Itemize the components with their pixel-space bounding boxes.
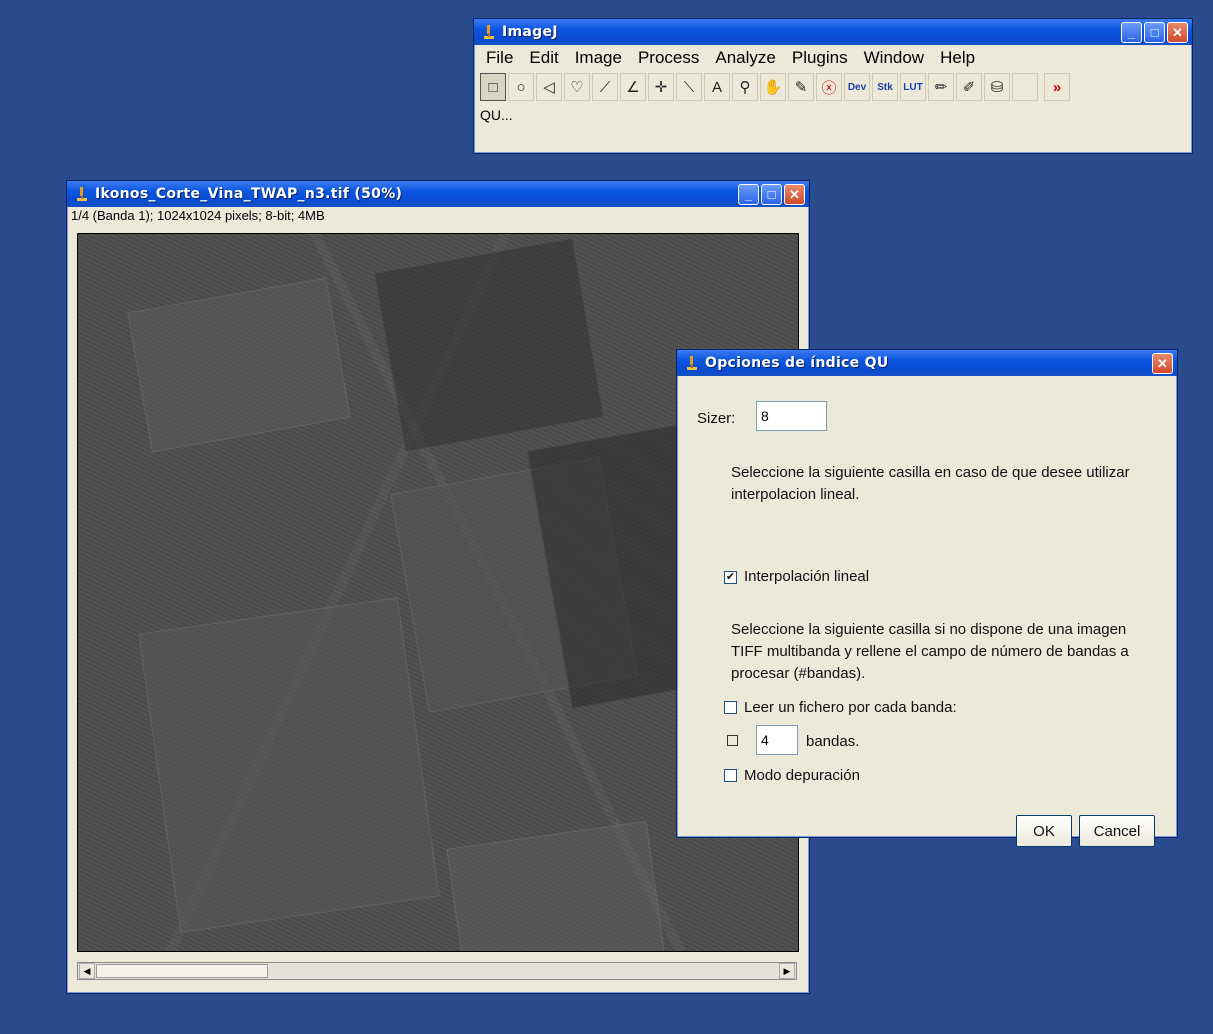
qu-options-dialog: Opciones de índice QU ✕ Sizer: Seleccion…	[676, 349, 1178, 847]
pencil-tool-icon[interactable]: ✏	[928, 73, 954, 101]
dev-tool-icon[interactable]: Dev	[844, 73, 870, 101]
angle-tool-icon[interactable]: ∠	[620, 73, 646, 101]
blank-tool-icon[interactable]	[1012, 73, 1038, 101]
leer-label: Leer un fichero por cada banda:	[744, 699, 957, 716]
dialog-close-button[interactable]: ✕	[1152, 353, 1173, 374]
image-field-patch	[373, 237, 605, 453]
interp-label: Interpolación lineal	[744, 568, 870, 585]
dialog-microscope-icon	[687, 356, 697, 370]
imagej-title: ImageJ	[502, 24, 558, 40]
image-minimize-button[interactable]: _	[738, 184, 759, 205]
dialog-title: Opciones de índice QU	[705, 355, 889, 371]
line-tool-icon[interactable]: ⟋	[592, 73, 618, 101]
brush-tool-icon[interactable]: ✐	[956, 73, 982, 101]
modo-checkbox[interactable]	[724, 769, 737, 782]
more-tools-icon[interactable]: »	[1044, 73, 1070, 101]
ok-button[interactable]: OK	[1016, 815, 1072, 847]
interp-help-text: Seleccione la siguiente casilla en caso …	[731, 464, 1130, 503]
imagej-menubar: File Edit Image Process Analyze Plugins …	[474, 45, 1192, 71]
image-maximize-button[interactable]: □	[761, 184, 782, 205]
stk-tool-icon[interactable]: Stk	[872, 73, 898, 101]
stop-tool-icon[interactable]: ⓧ	[816, 73, 842, 101]
image-field-patch	[446, 820, 672, 951]
cancel-button[interactable]: Cancel	[1079, 815, 1155, 847]
image-title: Ikonos_Corte_Vina_TWAP_n3.tif (50%)	[95, 186, 403, 202]
menu-window[interactable]: Window	[856, 48, 932, 68]
image-close-button[interactable]: ✕	[784, 184, 805, 205]
image-info: 1/4 (Banda 1); 1024x1024 pixels; 8-bit; …	[71, 208, 325, 223]
magnifier-tool-icon[interactable]: ⚲	[732, 73, 758, 101]
freehand-tool-icon[interactable]: ♡	[564, 73, 590, 101]
image-microscope-icon	[77, 187, 87, 201]
sizer-input[interactable]	[756, 401, 827, 431]
maximize-button[interactable]: □	[1144, 22, 1165, 43]
imagej-microscope-icon	[484, 25, 494, 39]
menu-process[interactable]: Process	[630, 48, 707, 68]
point-tool-icon[interactable]: ✛	[648, 73, 674, 101]
bandas-label: bandas.	[806, 733, 860, 750]
dialog-titlebar[interactable]: Opciones de índice QU ✕	[677, 350, 1177, 376]
scroll-thumb[interactable]	[96, 964, 268, 978]
image-field-patch	[127, 277, 351, 453]
imagej-status: QU...	[480, 107, 513, 123]
multiband-help-text: Seleccione la siguiente casilla si no di…	[731, 621, 1129, 682]
menu-plugins[interactable]: Plugins	[784, 48, 856, 68]
menu-analyze[interactable]: Analyze	[707, 48, 783, 68]
close-button[interactable]: ✕	[1167, 22, 1188, 43]
text-tool-icon[interactable]: A	[704, 73, 730, 101]
polygon-tool-icon[interactable]: ◁	[536, 73, 562, 101]
lut-tool-icon[interactable]: LUT	[900, 73, 926, 101]
scroll-right-arrow-icon[interactable]: ▶	[779, 963, 795, 979]
image-hscrollbar[interactable]: ◀ ▶	[77, 962, 797, 980]
minimize-button[interactable]: _	[1121, 22, 1142, 43]
imagej-titlebar[interactable]: ImageJ _ □ ✕	[474, 19, 1192, 45]
dropper-tool-icon[interactable]: ✎	[788, 73, 814, 101]
leer-checkbox[interactable]	[724, 701, 737, 714]
bandas-marker-icon	[727, 735, 738, 746]
rectangle-tool-icon[interactable]: □	[480, 73, 506, 101]
hand-tool-icon[interactable]: ✋	[760, 73, 786, 101]
menu-edit[interactable]: Edit	[521, 48, 566, 68]
oval-tool-icon[interactable]: ○	[508, 73, 534, 101]
imagej-toolbar: □ ○ ◁ ♡ ⟋ ∠ ✛ ⟍ A ⚲ ✋ ✎ ⓧ Dev Stk LUT ✏ ✐ ⛁ »	[474, 71, 1192, 103]
image-titlebar[interactable]: Ikonos_Corte_Vina_TWAP_n3.tif (50%) _ □ …	[67, 181, 809, 207]
bandas-input[interactable]	[756, 725, 798, 755]
dialog-body: Sizer: Seleccione la siguiente casilla e…	[677, 377, 1177, 847]
menu-image[interactable]: Image	[567, 48, 630, 68]
interp-checkbox[interactable]: ✔	[724, 571, 737, 584]
flood-fill-tool-icon[interactable]: ⛁	[984, 73, 1010, 101]
menu-help[interactable]: Help	[932, 48, 983, 68]
image-field-patch	[138, 597, 440, 933]
imagej-window: ImageJ _ □ ✕ File Edit Image Process Ana…	[473, 18, 1193, 154]
wand-tool-icon[interactable]: ⟍	[676, 73, 702, 101]
scroll-left-arrow-icon[interactable]: ◀	[79, 963, 95, 979]
modo-label: Modo depuración	[744, 767, 860, 784]
sizer-label: Sizer:	[697, 410, 736, 427]
menu-file[interactable]: File	[478, 48, 521, 68]
